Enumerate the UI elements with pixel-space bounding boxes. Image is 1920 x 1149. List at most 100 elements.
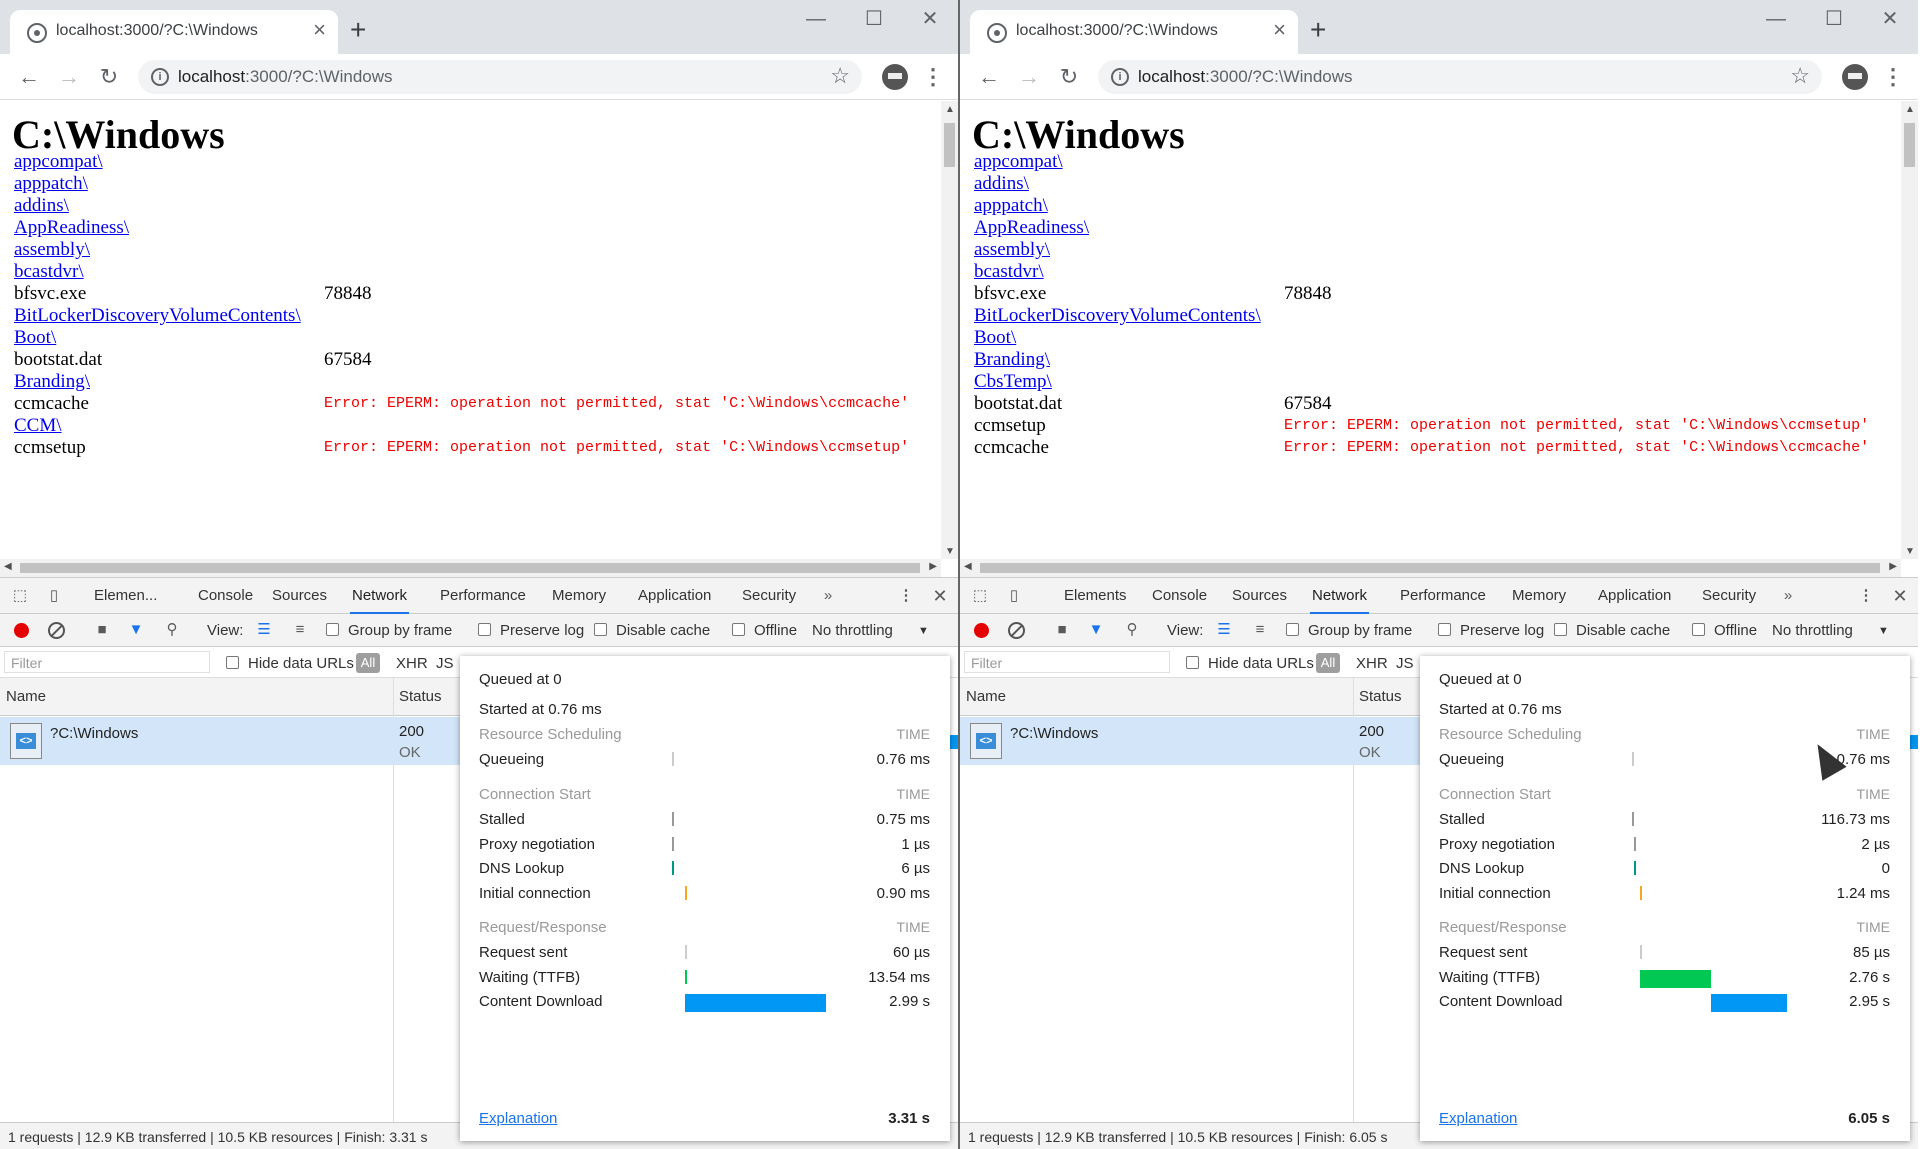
- folder-link[interactable]: assembly\: [974, 239, 1050, 260]
- hide-data-urls-checkbox[interactable]: [1186, 656, 1199, 669]
- group-by-frame-checkbox[interactable]: [326, 623, 339, 636]
- throttling-select[interactable]: No throttling: [1772, 622, 1853, 639]
- close-devtools-icon[interactable]: ✕: [930, 586, 950, 606]
- more-tabs-icon[interactable]: »: [818, 586, 838, 606]
- close-window-icon[interactable]: ✕: [1870, 6, 1910, 32]
- tab-sources[interactable]: Sources: [270, 578, 329, 614]
- folder-link[interactable]: BitLockerDiscoveryVolumeContents\: [974, 305, 1261, 326]
- offline-checkbox[interactable]: [732, 623, 745, 636]
- tab-performance[interactable]: Performance: [1398, 578, 1488, 614]
- filter-input[interactable]: Filter: [964, 651, 1170, 673]
- filter-icon[interactable]: ▼: [126, 620, 146, 640]
- tab-memory[interactable]: Memory: [550, 578, 608, 614]
- folder-link[interactable]: addins\: [14, 195, 69, 216]
- table-row[interactable]: ?C:\Windows 200 OK: [0, 717, 460, 765]
- page-horizontal-scrollbar[interactable]: ◀ ▶: [0, 559, 941, 577]
- bookmark-star-icon[interactable]: ☆: [1790, 63, 1810, 89]
- scroll-right-icon[interactable]: ▶: [929, 561, 937, 572]
- close-tab-icon[interactable]: ×: [313, 18, 326, 42]
- scroll-right-icon[interactable]: ▶: [1889, 561, 1897, 572]
- folder-link[interactable]: appcompat\: [974, 151, 1063, 172]
- table-row[interactable]: ?C:\Windows 200 OK: [960, 717, 1420, 765]
- filter-xhr-button[interactable]: XHR: [1356, 655, 1388, 672]
- address-bar[interactable]: i localhost:3000/?C:\Windows ☆: [1098, 60, 1822, 94]
- folder-link[interactable]: assembly\: [14, 239, 90, 260]
- folder-link[interactable]: Branding\: [14, 371, 90, 392]
- forward-icon[interactable]: →: [54, 62, 84, 92]
- folder-link[interactable]: BitLockerDiscoveryVolumeContents\: [14, 305, 301, 326]
- reload-icon[interactable]: ↻: [94, 62, 124, 92]
- folder-link[interactable]: appcompat\: [14, 151, 103, 172]
- profile-avatar[interactable]: [882, 64, 908, 90]
- browser-tab[interactable]: localhost:3000/?C:\Windows ×: [10, 10, 338, 54]
- folder-link[interactable]: apppatch\: [14, 173, 88, 194]
- scroll-thumb[interactable]: [1904, 123, 1915, 167]
- throttling-select[interactable]: No throttling: [812, 622, 893, 639]
- clear-icon[interactable]: [1008, 622, 1025, 639]
- close-devtools-icon[interactable]: ✕: [1890, 586, 1910, 606]
- back-icon[interactable]: ←: [974, 62, 1004, 92]
- new-tab-icon[interactable]: +: [350, 14, 366, 46]
- info-icon[interactable]: i: [151, 68, 169, 86]
- filter-xhr-button[interactable]: XHR: [396, 655, 428, 672]
- tab-network[interactable]: Network: [1310, 578, 1370, 614]
- device-toolbar-icon[interactable]: ▯: [1004, 586, 1024, 606]
- disable-cache-checkbox[interactable]: [594, 623, 607, 636]
- folder-link[interactable]: Boot\: [14, 327, 56, 348]
- scroll-left-icon[interactable]: ◀: [964, 561, 972, 572]
- filter-all-button[interactable]: All: [356, 653, 380, 673]
- minimize-icon[interactable]: —: [796, 6, 836, 32]
- tab-sources[interactable]: Sources: [1230, 578, 1289, 614]
- inspect-element-icon[interactable]: ⬚: [10, 586, 30, 606]
- filter-all-button[interactable]: All: [1316, 653, 1340, 673]
- tab-elemen[interactable]: Elemen...: [92, 578, 159, 614]
- scroll-thumb[interactable]: [20, 563, 920, 573]
- file-row[interactable]: BitLockerDiscoveryVolumeContents\: [14, 305, 301, 332]
- tab-security[interactable]: Security: [740, 578, 798, 614]
- scroll-left-icon[interactable]: ◀: [4, 561, 12, 572]
- folder-link[interactable]: bcastdvr\: [974, 261, 1044, 282]
- chevron-down-icon[interactable]: ▼: [1878, 625, 1889, 637]
- info-icon[interactable]: i: [1111, 68, 1129, 86]
- scroll-up-icon[interactable]: ▲: [945, 104, 955, 115]
- address-bar[interactable]: i localhost:3000/?C:\Windows ☆: [138, 60, 862, 94]
- folder-link[interactable]: bcastdvr\: [14, 261, 84, 282]
- search-icon[interactable]: ⚲: [162, 620, 182, 640]
- waterfall-overview-icon[interactable]: ≡: [290, 620, 310, 640]
- screenshot-camera-icon[interactable]: ■: [1052, 620, 1072, 640]
- more-tabs-icon[interactable]: »: [1778, 586, 1798, 606]
- devtools-menu-icon[interactable]: ⋮: [1856, 586, 1876, 606]
- tab-console[interactable]: Console: [196, 578, 255, 614]
- group-by-frame-checkbox[interactable]: [1286, 623, 1299, 636]
- offline-checkbox[interactable]: [1692, 623, 1705, 636]
- column-name[interactable]: Name: [6, 688, 46, 705]
- folder-link[interactable]: apppatch\: [974, 195, 1048, 216]
- maximize-icon[interactable]: ☐: [854, 6, 894, 32]
- waterfall-overview-icon[interactable]: ≡: [1250, 620, 1270, 640]
- inspect-element-icon[interactable]: ⬚: [970, 586, 990, 606]
- tab-performance[interactable]: Performance: [438, 578, 528, 614]
- chrome-menu-icon[interactable]: ⋮: [1882, 62, 1904, 92]
- close-window-icon[interactable]: ✕: [910, 6, 950, 32]
- device-toolbar-icon[interactable]: ▯: [44, 586, 64, 606]
- filter-icon[interactable]: ▼: [1086, 620, 1106, 640]
- screenshot-camera-icon[interactable]: ■: [92, 620, 112, 640]
- record-icon[interactable]: [974, 623, 989, 638]
- scroll-down-icon[interactable]: ▼: [1905, 546, 1915, 557]
- page-vertical-scrollbar[interactable]: ▲ ▼: [941, 101, 958, 559]
- page-vertical-scrollbar[interactable]: ▲ ▼: [1901, 101, 1918, 559]
- minimize-icon[interactable]: —: [1756, 6, 1796, 32]
- column-status[interactable]: Status: [399, 688, 442, 705]
- column-status[interactable]: Status: [1359, 688, 1402, 705]
- preserve-log-checkbox[interactable]: [1438, 623, 1451, 636]
- scroll-thumb[interactable]: [980, 563, 1880, 573]
- hide-data-urls-checkbox[interactable]: [226, 656, 239, 669]
- tab-memory[interactable]: Memory: [1510, 578, 1568, 614]
- bookmark-star-icon[interactable]: ☆: [830, 63, 850, 89]
- tab-elements[interactable]: Elements: [1062, 578, 1129, 614]
- filter-input[interactable]: Filter: [4, 651, 210, 673]
- clear-icon[interactable]: [48, 622, 65, 639]
- new-tab-icon[interactable]: +: [1310, 14, 1326, 46]
- filter-js-button[interactable]: JS: [1396, 655, 1414, 672]
- tab-security[interactable]: Security: [1700, 578, 1758, 614]
